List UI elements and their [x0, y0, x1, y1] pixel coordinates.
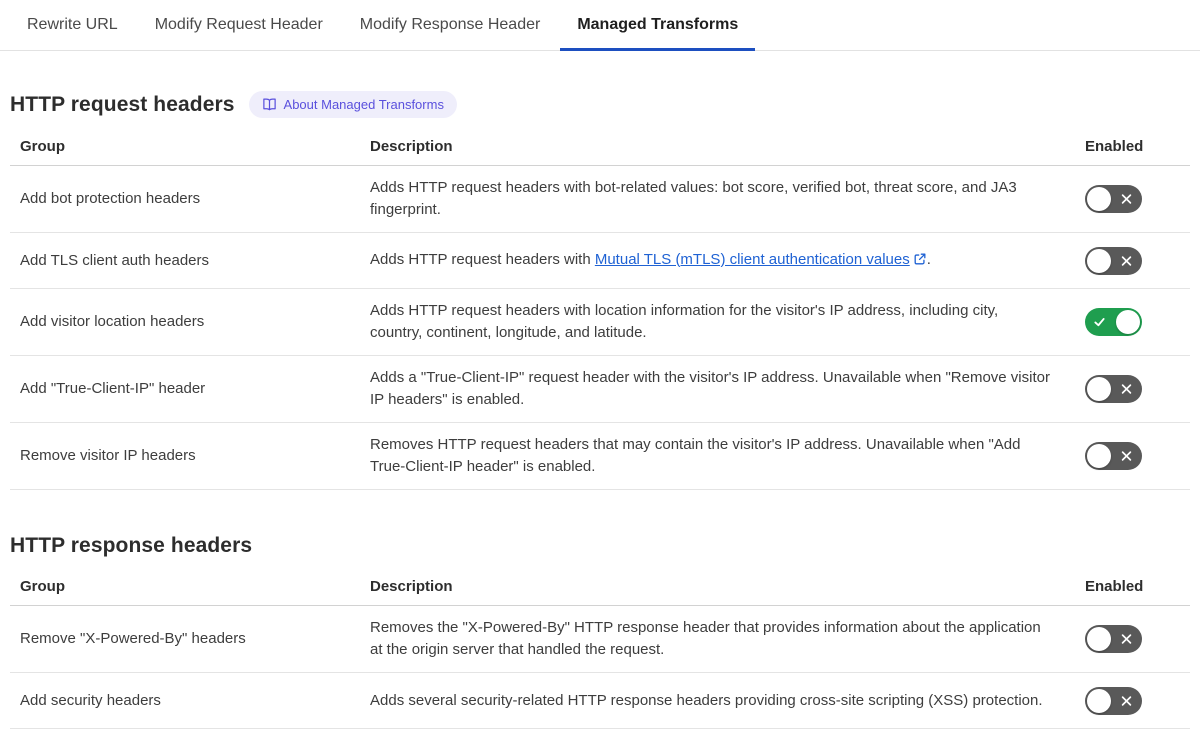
group-description: Adds HTTP request headers with bot-relat… — [370, 179, 1017, 218]
section-title-request: HTTP request headers — [10, 92, 235, 116]
badge-label: About Managed Transforms — [283, 97, 444, 112]
tab-rewrite-url[interactable]: Rewrite URL — [10, 0, 135, 50]
group-description: Adds HTTP request headers with Mutual TL… — [370, 238, 1085, 284]
toggle-knob — [1116, 310, 1140, 334]
about-managed-transforms-badge[interactable]: About Managed Transforms — [248, 91, 457, 118]
column-header-enabled: Enabled — [1085, 578, 1144, 595]
group-name: Remove visitor IP headers — [20, 447, 196, 464]
column-header-group: Group — [20, 138, 65, 155]
toggle-remove-x-powered-by-headers[interactable] — [1085, 625, 1142, 653]
response-headers-table: Group Description Enabled Remove "X-Powe… — [10, 572, 1190, 729]
x-icon — [1120, 633, 1133, 646]
x-icon — [1120, 383, 1133, 396]
column-header-group: Group — [20, 578, 65, 595]
group-name: Add "True-Client-IP" header — [20, 380, 206, 397]
external-link-icon — [913, 251, 927, 273]
group-name: Add security headers — [20, 691, 161, 709]
group-description: Removes the "X-Powered-By" HTTP response… — [370, 619, 1041, 658]
description-text: . — [926, 250, 931, 268]
group-name: Add visitor location headers — [20, 313, 205, 330]
tab-modify-request-header[interactable]: Modify Request Header — [138, 0, 340, 50]
table-row: Add bot protection headers Adds HTTP req… — [10, 166, 1190, 233]
tab-bar: Rewrite URL Modify Request Header Modify… — [0, 0, 1200, 51]
section-title-response: HTTP response headers — [10, 534, 253, 557]
toggle-add-tls-client-auth-headers[interactable] — [1085, 246, 1142, 275]
group-description: Removes HTTP request headers that may co… — [370, 436, 1021, 475]
x-icon — [1120, 254, 1133, 267]
toggle-knob — [1087, 444, 1111, 468]
x-icon — [1120, 694, 1133, 707]
toggle-knob — [1087, 248, 1111, 273]
table-row: Remove "X-Powered-By" headers Removes th… — [10, 606, 1190, 673]
column-header-description: Description — [370, 578, 453, 595]
check-icon — [1093, 316, 1106, 329]
column-header-description: Description — [370, 138, 453, 155]
description-text: Adds HTTP request headers with — [370, 250, 595, 268]
section-head: HTTP response headers — [10, 534, 1190, 558]
table-row: Add TLS client auth headers Adds HTTP re… — [10, 233, 1190, 289]
group-name: Add bot protection headers — [20, 190, 201, 207]
group-description: Adds a "True-Client-IP" request header w… — [370, 369, 1050, 408]
x-icon — [1120, 193, 1133, 206]
page-content: HTTP request headers About Managed Trans… — [10, 91, 1190, 729]
open-book-icon — [262, 97, 277, 112]
toggle-knob — [1087, 187, 1111, 211]
toggle-remove-visitor-ip-headers[interactable] — [1085, 442, 1142, 470]
toggle-add-bot-protection-headers[interactable] — [1085, 185, 1142, 213]
table-row: Add security headers Adds several securi… — [10, 673, 1190, 729]
group-name: Remove "X-Powered-By" headers — [20, 630, 246, 647]
x-icon — [1120, 450, 1133, 463]
section-http-response-headers: HTTP response headers Group Description … — [10, 534, 1190, 729]
table-row: Add "True-Client-IP" header Adds a "True… — [10, 356, 1190, 423]
toggle-knob — [1087, 377, 1111, 401]
column-header-enabled: Enabled — [1085, 138, 1144, 155]
table-header-row: Group Description Enabled — [10, 572, 1190, 606]
table-row: Remove visitor IP headers Removes HTTP r… — [10, 423, 1190, 490]
tab-managed-transforms[interactable]: Managed Transforms — [560, 0, 756, 51]
toggle-add-security-headers[interactable] — [1085, 686, 1142, 715]
table-row: Add visitor location headers Adds HTTP r… — [10, 289, 1190, 356]
tab-modify-response-header[interactable]: Modify Response Header — [343, 0, 558, 50]
group-name: Add TLS client auth headers — [20, 251, 210, 269]
toggle-add-visitor-location-headers[interactable] — [1085, 308, 1142, 336]
section-http-request-headers: HTTP request headers About Managed Trans… — [10, 91, 1190, 490]
section-head: HTTP request headers About Managed Trans… — [10, 91, 1190, 118]
toggle-knob — [1087, 688, 1111, 713]
table-header-row: Group Description Enabled — [10, 132, 1190, 166]
toggle-add-true-client-ip-header[interactable] — [1085, 375, 1142, 403]
group-description: Adds HTTP request headers with location … — [370, 302, 999, 341]
toggle-knob — [1087, 627, 1111, 651]
mtls-docs-link[interactable]: Mutual TLS (mTLS) client authentication … — [595, 251, 910, 268]
group-description: Adds several security-related HTTP respo… — [370, 691, 1043, 709]
request-headers-table: Group Description Enabled Add bot protec… — [10, 132, 1190, 490]
